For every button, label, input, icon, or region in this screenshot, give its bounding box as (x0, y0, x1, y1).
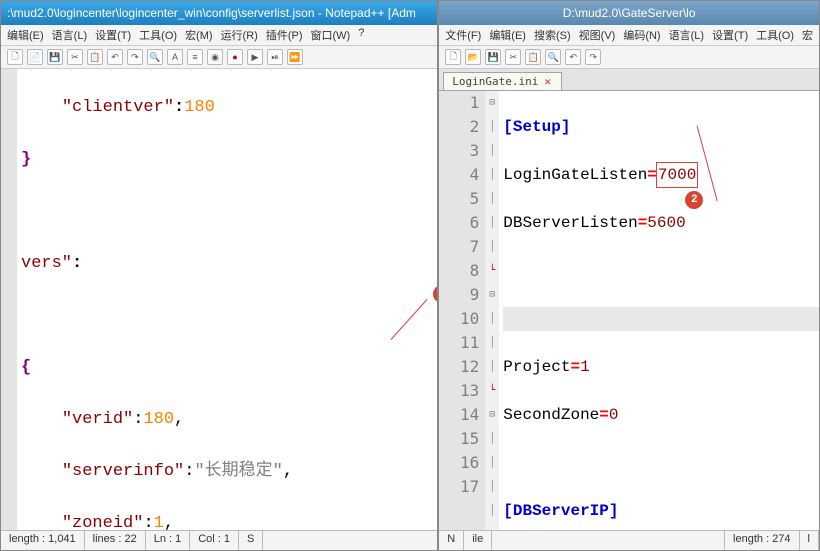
menu-view[interactable]: 视图(V) (579, 27, 616, 43)
tab-label: LoginGate.ini (452, 75, 538, 88)
titlebar-left: :\mud2.0\logincenter\logincenter_win\con… (1, 1, 437, 25)
tb-btn[interactable]: ↶ (107, 49, 123, 65)
json-value: 180 (184, 98, 215, 117)
tb-btn[interactable]: A (167, 49, 183, 65)
menu-tools[interactable]: 工具(O) (756, 27, 794, 43)
menu-window[interactable]: 窗口(W) (311, 27, 351, 43)
status-n: N (439, 531, 464, 550)
ini-value: 1 (580, 358, 590, 376)
status-ile: ile (464, 531, 492, 550)
window-title-left: :\mud2.0\logincenter\logincenter_win\con… (7, 6, 416, 20)
menu-encoding[interactable]: 编码(N) (623, 27, 660, 43)
menu-tools[interactable]: 工具(O) (139, 27, 177, 43)
menu-run[interactable]: 运行(R) (221, 27, 258, 43)
json-key: "verid" (62, 410, 133, 429)
status-col: Col : 1 (190, 531, 239, 550)
status-l: l (800, 531, 819, 550)
tb-btn[interactable]: 📋 (525, 49, 541, 65)
ini-key: Project (503, 358, 570, 376)
json-value: "长期稳定" (194, 462, 282, 481)
menu-settings[interactable]: 设置(T) (712, 27, 748, 43)
menu-help[interactable]: ? (358, 27, 364, 43)
json-key: "zoneid" (62, 514, 144, 530)
window-title-right: D:\mud2.0\GateServer\lo (563, 6, 696, 20)
tb-btn[interactable]: 🗋 (445, 49, 461, 65)
menu-settings[interactable]: 设置(T) (95, 27, 131, 43)
tb-btn[interactable]: ✂ (67, 49, 83, 65)
status-length: length : 274 (725, 531, 800, 550)
tab-logingate[interactable]: LoginGate.ini ✕ (443, 72, 562, 90)
tb-btn[interactable]: ▶ (247, 49, 263, 65)
menu-edit[interactable]: 编辑(E) (489, 27, 526, 43)
gutter-left (1, 69, 17, 530)
tb-btn[interactable]: ● (227, 49, 243, 65)
status-lines: lines : 22 (85, 531, 146, 550)
menu-language[interactable]: 语言(L) (52, 27, 87, 43)
fold-handle[interactable]: ⊟ (485, 403, 499, 427)
status-sel: S (239, 531, 263, 550)
menu-file[interactable]: 文件(F) (445, 27, 481, 43)
json-key: "serverinfo" (62, 462, 184, 481)
toolbar-left: 🗋 📄 💾 ✂ 📋 ↶ ↷ 🔍 A ≡ ◉ ● ▶ ⏯ ⏩ (1, 46, 437, 69)
status-ln: Ln : 1 (146, 531, 191, 550)
tb-btn[interactable]: ⏯ (267, 49, 283, 65)
tabbar-right: LoginGate.ini ✕ (439, 69, 819, 91)
menu-macro[interactable]: 宏 (802, 27, 813, 43)
tb-btn[interactable]: ◉ (207, 49, 223, 65)
tb-btn[interactable]: 🔍 (545, 49, 561, 65)
tb-btn[interactable]: 💾 (485, 49, 501, 65)
callout-1: 1 (433, 285, 437, 303)
callout-2: 2 (685, 191, 703, 209)
editor-pane-left: :\mud2.0\logincenter\logincenter_win\con… (0, 0, 438, 551)
code-right[interactable]: [Setup] LoginGateListen=7000 DBServerLis… (499, 91, 819, 530)
tb-btn[interactable]: 🗋 (7, 49, 23, 65)
menu-language[interactable]: 语言(L) (669, 27, 704, 43)
ini-key: DBServerListen (503, 214, 637, 232)
gutter-right: 1 2 3 4 5 6 7 8 9 10 11 12 13 14 15 16 1… (439, 91, 485, 530)
code-left[interactable]: "clientver":180 } vers": { "verid":180, … (17, 69, 437, 530)
close-icon[interactable]: ✕ (544, 75, 551, 88)
menu-macro[interactable]: 宏(M) (185, 27, 213, 43)
tb-btn[interactable]: ≡ (187, 49, 203, 65)
fold-column: ⊟ ││││││└ ⊟ │││└ ⊟ ││││ (485, 91, 499, 530)
tb-btn[interactable]: 📄 (27, 49, 43, 65)
tb-btn[interactable]: ↷ (585, 49, 601, 65)
editor-right[interactable]: 1 2 3 4 5 6 7 8 9 10 11 12 13 14 15 16 1… (439, 91, 819, 530)
tb-btn[interactable]: 🔍 (147, 49, 163, 65)
json-key: "clientver" (62, 98, 174, 117)
json-value: 180 (143, 410, 174, 429)
ini-key: SecondZone (503, 406, 599, 424)
statusbar-left: length : 1,041 lines : 22 Ln : 1 Col : 1… (1, 530, 437, 550)
fold-handle[interactable]: ⊟ (485, 283, 499, 307)
tb-btn[interactable]: 📂 (465, 49, 481, 65)
tb-btn[interactable]: ↶ (565, 49, 581, 65)
menu-plugins[interactable]: 插件(P) (266, 27, 303, 43)
status-length: length : 1,041 (1, 531, 85, 550)
ini-value: 0 (609, 406, 619, 424)
json-value: 1 (154, 514, 164, 530)
titlebar-right: D:\mud2.0\GateServer\lo (439, 1, 819, 25)
tb-btn[interactable]: 📋 (87, 49, 103, 65)
ini-value: 5600 (647, 214, 685, 232)
tb-btn[interactable]: 💾 (47, 49, 63, 65)
toolbar-right: 🗋 📂 💾 ✂ 📋 🔍 ↶ ↷ (439, 46, 819, 69)
tb-btn[interactable]: ↷ (127, 49, 143, 65)
highlight-port: 7000 (657, 163, 697, 187)
fold-handle[interactable]: ⊟ (485, 91, 499, 115)
json-key: vers" (21, 254, 72, 273)
menubar-right: 文件(F) 编辑(E) 搜索(S) 视图(V) 编码(N) 语言(L) 设置(T… (439, 25, 819, 46)
tb-btn[interactable]: ✂ (505, 49, 521, 65)
tb-btn[interactable]: ⏩ (287, 49, 303, 65)
ini-key: LoginGateListen (503, 166, 647, 184)
menu-edit[interactable]: 编辑(E) (7, 27, 44, 43)
menu-search[interactable]: 搜索(S) (534, 27, 571, 43)
editor-left[interactable]: "clientver":180 } vers": { "verid":180, … (1, 69, 437, 530)
editor-pane-right: D:\mud2.0\GateServer\lo 文件(F) 编辑(E) 搜索(S… (438, 0, 820, 551)
ini-section: [Setup] (503, 118, 570, 136)
ini-section: [DBServerIP] (503, 502, 618, 520)
statusbar-right: N ile length : 274 l (439, 530, 819, 550)
menubar-left: 编辑(E) 语言(L) 设置(T) 工具(O) 宏(M) 运行(R) 插件(P)… (1, 25, 437, 46)
